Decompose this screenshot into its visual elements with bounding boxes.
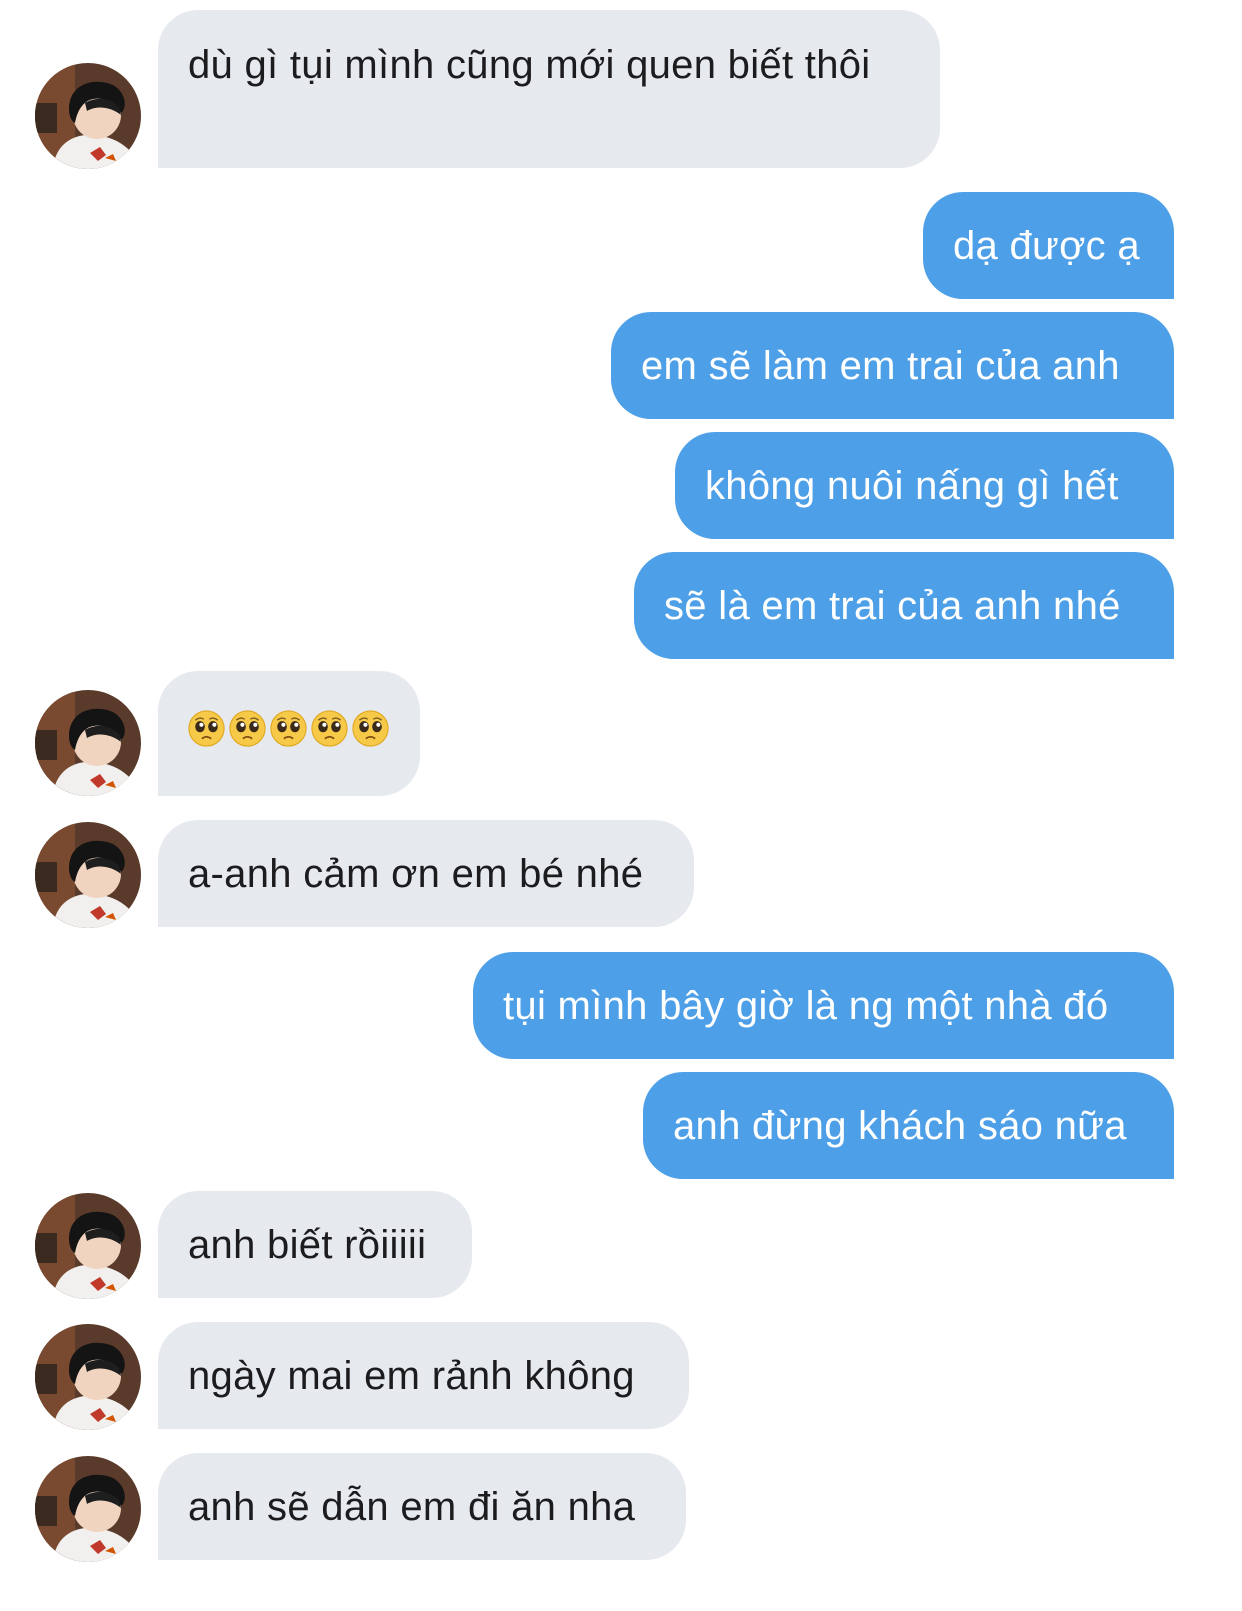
message-bubble[interactable]: anh sẽ dẫn em đi ăn nha [158,1453,686,1560]
emoji-row [188,700,390,747]
message-text: sẽ là em trai của anh nhé [664,584,1121,628]
message-text: a-anh cảm ơn em bé nhé [188,852,644,896]
message-text: anh biết rồiiiii [188,1223,427,1267]
contact-avatar[interactable] [35,1324,141,1430]
message-text: anh sẽ dẫn em đi ăn nha [188,1485,636,1529]
pleading-face-icon [188,710,225,747]
message-bubble[interactable]: anh biết rồiiiii [158,1191,472,1298]
message-bubble[interactable]: a-anh cảm ơn em bé nhé [158,820,694,927]
message-text: dù gì tụi mình cũng mới quen biết thôi [188,43,871,87]
pleading-face-icon [270,710,307,747]
message-bubble[interactable] [158,671,420,796]
message-text: không nuôi nấng gì hết [705,464,1119,508]
message-bubble-outgoing[interactable]: sẽ là em trai của anh nhé [634,552,1174,659]
pleading-face-icon [311,710,348,747]
message-text: anh đừng khách sáo nữa [673,1104,1127,1148]
contact-avatar[interactable] [35,1456,141,1562]
message-bubble[interactable]: dù gì tụi mình cũng mới quen biết thôi [158,10,940,168]
contact-avatar[interactable] [35,1193,141,1299]
message-bubble[interactable]: ngày mai em rảnh không [158,1322,689,1429]
pleading-face-icon [352,710,389,747]
message-bubble-outgoing[interactable]: em sẽ làm em trai của anh [611,312,1174,419]
message-text: dạ được ạ [953,224,1140,268]
contact-avatar[interactable] [35,690,141,796]
pleading-face-icon [229,710,266,747]
message-bubble-outgoing[interactable]: dạ được ạ [923,192,1174,299]
message-bubble-outgoing[interactable]: tụi mình bây giờ là ng một nhà đó [473,952,1174,1059]
message-text: em sẽ làm em trai của anh [641,344,1120,388]
message-text: ngày mai em rảnh không [188,1354,635,1398]
contact-avatar[interactable] [35,63,141,169]
contact-avatar[interactable] [35,822,141,928]
message-bubble-outgoing[interactable]: anh đừng khách sáo nữa [643,1072,1174,1179]
message-text: tụi mình bây giờ là ng một nhà đó [503,984,1109,1028]
message-bubble-outgoing[interactable]: không nuôi nấng gì hết [675,432,1174,539]
